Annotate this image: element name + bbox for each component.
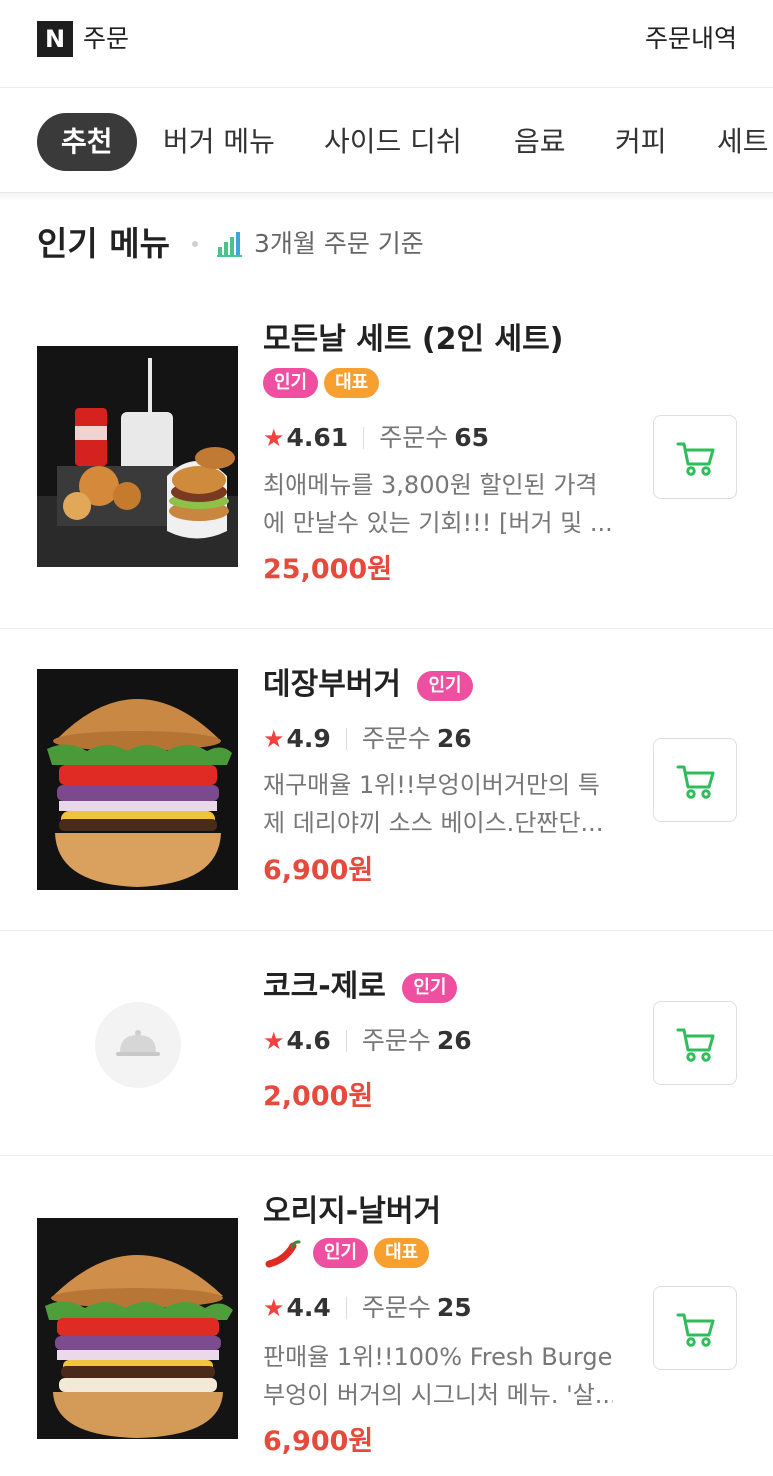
menu-item-name[interactable]: 데장부버거 인기 [263,663,473,707]
menu-item-description: 최애메뉴를 3,800원 할인된 가격 에 만날수 있는 기회!!! [버거 및… [263,466,613,542]
description-line: 제 데리야끼 소스 베이스.단짠단... [263,809,604,837]
popular-badge: 인기 [313,1238,369,1268]
order-history-link[interactable]: 주문내역 [645,20,737,58]
orders-label: 주문수 [361,1026,431,1055]
tab-drinks[interactable]: 음료 [514,113,566,171]
tab-burger-menu[interactable]: 버거 메뉴 [163,113,275,171]
cart-icon [676,1313,715,1347]
naver-logo[interactable]: N [37,21,73,57]
star-icon: ★ [263,725,285,753]
rating-row: ★4.6 주문수 26 [263,1023,472,1059]
popular-badge: 인기 [263,368,319,398]
menu-item-price: 6,900원 [263,855,374,886]
orders-count: 26 [436,1026,472,1055]
chili-pepper-icon [265,1240,301,1268]
burger-photo [37,669,238,890]
star-icon: ★ [263,424,285,452]
orders-count: 25 [436,1293,472,1322]
rating-value: 4.9 [286,724,331,753]
menu-item-title: 코크-제로 [263,969,386,1004]
menu-item[interactable]: 오리지-날버거 인기 대표 ★4.4 주문수 25 판매율 1위!!100% Fres… [0,1157,773,1476]
menu-item[interactable]: 코크-제로 인기 ★4.6 주문수 26 2,000원 [0,932,773,1156]
popular-badge: 인기 [417,670,473,701]
add-to-cart-button[interactable] [653,1286,737,1370]
burger-photo [37,1218,238,1439]
rating-row: ★4.4 주문수 25 [263,1290,472,1326]
add-to-cart-button[interactable] [653,1001,737,1085]
tab-set[interactable]: 세트 [717,113,769,171]
rating-value: 4.6 [286,1026,331,1055]
tab-side-dish[interactable]: 사이드 디쉬 [324,113,462,171]
signature-badge: 대표 [374,1238,430,1268]
star-icon: ★ [263,1027,285,1055]
menu-item-title: 데장부버거 [263,667,401,702]
orders-count: 26 [436,724,472,753]
description-line: 최애메뉴를 3,800원 할인된 가격 [263,471,598,499]
star-icon: ★ [263,1294,285,1322]
description-line: 에 만날수 있는 기회!!! [버거 및 ... [263,509,613,537]
section-subtitle: 3개월 주문 기준 [254,229,424,258]
menu-item[interactable]: 모든날 세트 (2인 세트) 인기 대표 ★4.61 주문수 65 최애메뉴를 3,8… [0,290,773,629]
top-header: N 주문 주문내역 [0,0,773,88]
description-line: 부엉이 버거의 시그니처 메뉴. '살... [263,1381,613,1409]
page-title: 주문 [83,24,130,53]
description-line: 판매율 1위!!100% Fresh Burger [263,1343,613,1371]
cart-icon [676,1028,715,1062]
orders-label: 주문수 [361,724,431,753]
menu-item[interactable]: 데장부버거 인기 ★4.9 주문수 26 재구매율 1위!!부엉이버거만의 특 제 … [0,630,773,931]
add-to-cart-button[interactable] [653,415,737,499]
orders-label: 주문수 [361,1293,431,1322]
badge-group: 인기 대표 [263,368,380,400]
divider [345,1030,347,1052]
divider [363,427,365,449]
section-dot [192,241,198,247]
menu-item-name[interactable]: 코크-제로 인기 [263,965,458,1009]
tab-coffee[interactable]: 커피 [615,113,667,171]
cloche-icon [116,1030,160,1056]
rating-row: ★4.61 주문수 65 [263,420,489,456]
menu-item-name[interactable]: 모든날 세트 (2인 세트) [263,318,563,362]
tab-recommended[interactable]: 추천 [37,113,137,171]
category-tabs: 추천 버거 메뉴 사이드 디쉬 음료 커피 세트 [0,89,773,193]
cart-icon [676,765,715,799]
rating-value: 4.4 [286,1293,331,1322]
menu-item-price: 2,000원 [263,1081,374,1112]
divider [345,728,347,750]
menu-item-description: 재구매율 1위!!부엉이버거만의 특 제 데리야끼 소스 베이스.단짠단... [263,766,613,842]
rating-value: 4.61 [286,423,349,452]
divider [345,1297,347,1319]
tabs-divider [0,193,773,201]
menu-item-price: 6,900원 [263,1426,374,1457]
orders-label: 주문수 [379,423,449,452]
menu-item-name[interactable]: 오리지-날버거 [263,1190,441,1234]
rating-row: ★4.9 주문수 26 [263,721,472,757]
popular-badge: 인기 [402,972,458,1003]
signature-badge: 대표 [324,368,380,398]
description-line: 재구매율 1위!!부엉이버거만의 특 [263,771,600,799]
cart-icon [676,442,715,476]
menu-item-description: 판매율 1위!!100% Fresh Burger 부엉이 버거의 시그니처 메… [263,1338,613,1414]
badge-group: 인기 대표 [263,1238,430,1270]
section-title: 인기 메뉴 [37,224,170,263]
menu-item-price: 25,000원 [263,554,393,585]
add-to-cart-button[interactable] [653,738,737,822]
set-meal-photo [37,346,238,567]
bar-chart-icon [217,229,243,257]
orders-count: 65 [454,423,490,452]
image-placeholder [95,1002,181,1088]
